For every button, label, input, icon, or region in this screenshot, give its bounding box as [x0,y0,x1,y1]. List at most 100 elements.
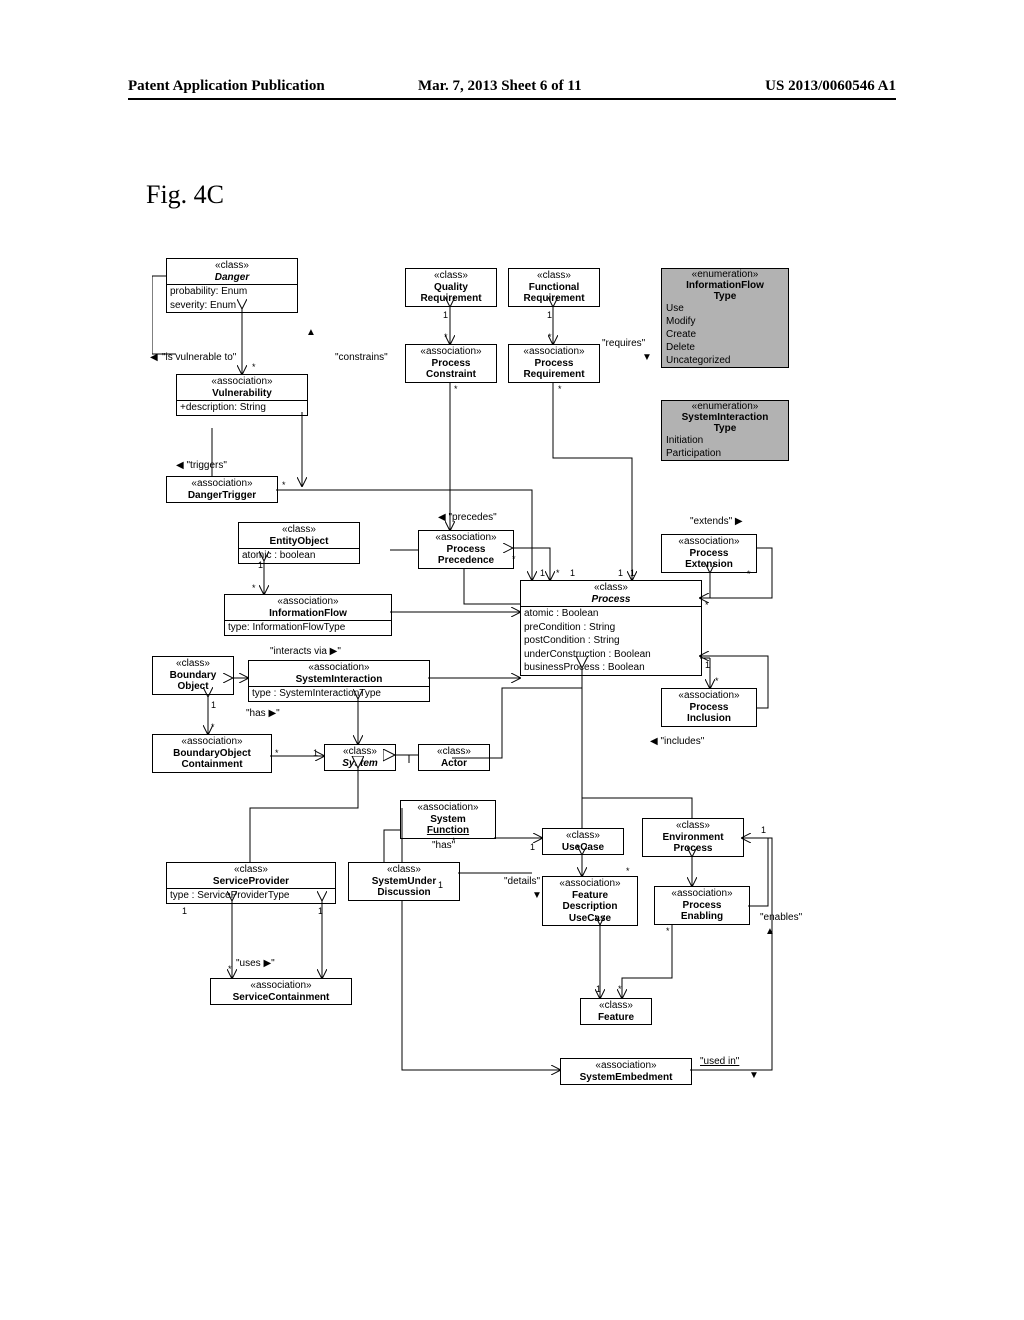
stereo: «association» [559,878,620,889]
figure-label: Fig. 4C [146,180,224,210]
stereo: «class» [594,582,628,593]
name2: Containment [181,759,242,770]
class-environment-process: «class»EnvironmentProcess [642,818,744,857]
assoc-information-flow: «association»InformationFlow type: Infor… [224,594,392,636]
assoc-process-extension: «association»ProcessExtension [661,534,757,573]
enum-system-interaction-type: «enumeration»SystemInteractionType Initi… [661,400,789,461]
stereo: «association» [523,346,584,357]
attr: type : SystemInteractionType [249,686,429,701]
assoc-system-function: «association»SystemFunction [400,800,496,839]
name: Feature [598,1012,634,1023]
stereo: «class» [599,1000,633,1011]
mult: 1 [705,660,710,670]
mult: * [512,554,516,564]
mult: 1 [438,880,443,890]
lbl-enables: "enables" [760,912,802,923]
attr: probability: Enum [167,284,297,299]
name: System [342,758,378,769]
lbl-arrow-left: ◀ [650,736,658,747]
mult: * [211,722,215,732]
mult: 1 [258,560,263,570]
name2: Inclusion [687,713,731,724]
lbl-arrow-left: ◀ [438,512,446,523]
lbl-extends: "extends" [690,516,732,527]
mult: * [275,748,279,758]
attr: atomic : boolean [239,548,359,563]
assoc-system-interaction: «association»SystemInteraction type : Sy… [248,660,430,702]
mult: * [747,569,751,579]
name: Environment [662,832,723,843]
attr: type : ServiceProviderType [167,888,335,903]
name: Process [535,358,574,369]
name: Process [447,544,486,555]
mult: 1 [540,568,545,578]
name: Quality [434,282,468,293]
name2: Type [714,291,737,302]
stereo: «association» [435,532,496,543]
enum-information-flow-type: «enumeration»InformationFlowType Use Mod… [661,268,789,368]
lbl-has: "has ▶" [246,708,280,719]
stereo: «class» [234,864,268,875]
stereo: «class» [437,746,471,757]
name3: UseCase [569,913,611,924]
assoc-service-containment: «association»ServiceContainment [210,978,352,1005]
attr: preCondition : String [521,621,701,635]
name: InformationFlow [269,608,347,619]
name: Actor [441,758,467,769]
class-system-under-discussion: «class»SystemUnderDiscussion [348,862,460,901]
name2: Constraint [426,369,476,380]
lbl-arrow-up: ▲ [306,327,316,338]
mult: 1 [182,906,187,916]
stereo: «class» [387,864,421,875]
attr: underConstruction : Boolean [521,648,701,662]
mult: * [452,836,456,846]
name: Feature [572,890,608,901]
name: ServiceContainment [233,992,330,1003]
val: Initiation [662,434,788,447]
assoc-process-requirement: «association»ProcessRequirement [508,344,600,383]
name: SystemInteraction [296,674,383,685]
name: Boundary [170,670,217,681]
val: Create [662,328,788,341]
name: SystemEmbedment [580,1072,673,1083]
class-service-provider: «class»ServiceProvider type : ServicePro… [166,862,336,904]
name: EntityObject [270,536,329,547]
assoc-vulnerability: «association»Vulnerability +description:… [176,374,308,416]
name: Functional [529,282,580,293]
lbl-arrow-left: ◀ [150,352,158,363]
mult: * [618,984,622,994]
mult: 1 [443,310,448,320]
attr: severity: Enum [167,299,297,313]
stereo: «class» [566,830,600,841]
lbl-includes: "includes" [660,736,704,747]
lbl-arrow-down: ▼ [749,1070,759,1081]
mult: 1 [530,842,535,852]
name2: Enabling [681,911,723,922]
header-right: US 2013/0060546 A1 [765,78,896,95]
stereo: «class» [282,524,316,535]
mult: * [666,926,670,936]
name: InformationFlow [686,280,764,291]
stereo: «association» [671,888,732,899]
class-process: «class»Process atomic : Boolean preCondi… [520,580,702,676]
name2: Function [427,825,469,836]
mult: 1 [630,568,635,578]
lbl-uses: "uses ▶" [236,958,275,969]
class-system: «class»System [324,744,396,771]
name: Process [690,702,729,713]
stereo: «association» [420,346,481,357]
name2: Description [562,901,617,912]
lbl-triggers: "triggers" [186,460,226,471]
mult: * [548,332,552,342]
stereo: «association» [678,690,739,701]
assoc-process-enabling: «association»ProcessEnabling [654,886,750,925]
val: Uncategorized [662,354,788,367]
name: Process [592,594,631,605]
mult: 1 [596,984,601,994]
mult: * [282,480,286,490]
mult: * [626,866,630,876]
attr: businessProcess : Boolean [521,661,701,675]
mult: 1 [313,748,318,758]
lbl-arrow-right: ▶ [735,516,743,527]
stereo: «association» [211,376,272,387]
